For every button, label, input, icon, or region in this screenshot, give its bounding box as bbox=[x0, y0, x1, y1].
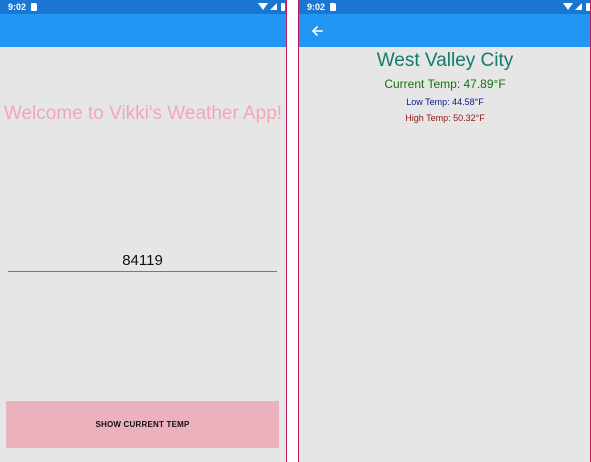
wifi-icon bbox=[563, 3, 573, 10]
sd-card-icon bbox=[330, 3, 336, 11]
signal-icon bbox=[270, 3, 277, 10]
signal-icon bbox=[575, 3, 582, 10]
status-time: 9:02 bbox=[8, 2, 27, 12]
device-frame-edge bbox=[286, 0, 287, 462]
current-temp: Current Temp: 47.89°F bbox=[384, 77, 506, 91]
back-arrow-icon[interactable] bbox=[309, 23, 325, 39]
main-screen: 9:02 Welcome to Vikki's Weather App! SHO… bbox=[0, 0, 286, 462]
battery-icon bbox=[281, 3, 285, 11]
sd-card-icon bbox=[31, 3, 37, 11]
status-time: 9:02 bbox=[307, 2, 326, 12]
app-bar bbox=[299, 14, 591, 47]
high-temp: High Temp: 50.32°F bbox=[405, 113, 485, 123]
zip-code-input[interactable] bbox=[8, 250, 277, 272]
status-bar: 9:02 bbox=[0, 0, 286, 14]
welcome-title: Welcome to Vikki's Weather App! bbox=[3, 103, 283, 124]
status-bar: 9:02 bbox=[299, 0, 591, 14]
show-current-temp-button[interactable]: SHOW CURRENT TEMP bbox=[6, 401, 279, 448]
city-name: West Valley City bbox=[376, 50, 514, 71]
low-temp: Low Temp: 44.58°F bbox=[406, 97, 484, 107]
app-bar bbox=[0, 14, 286, 47]
weather-result-screen: 9:02 West Valley City Current Temp: 47.8… bbox=[299, 0, 591, 462]
wifi-icon bbox=[258, 3, 268, 10]
